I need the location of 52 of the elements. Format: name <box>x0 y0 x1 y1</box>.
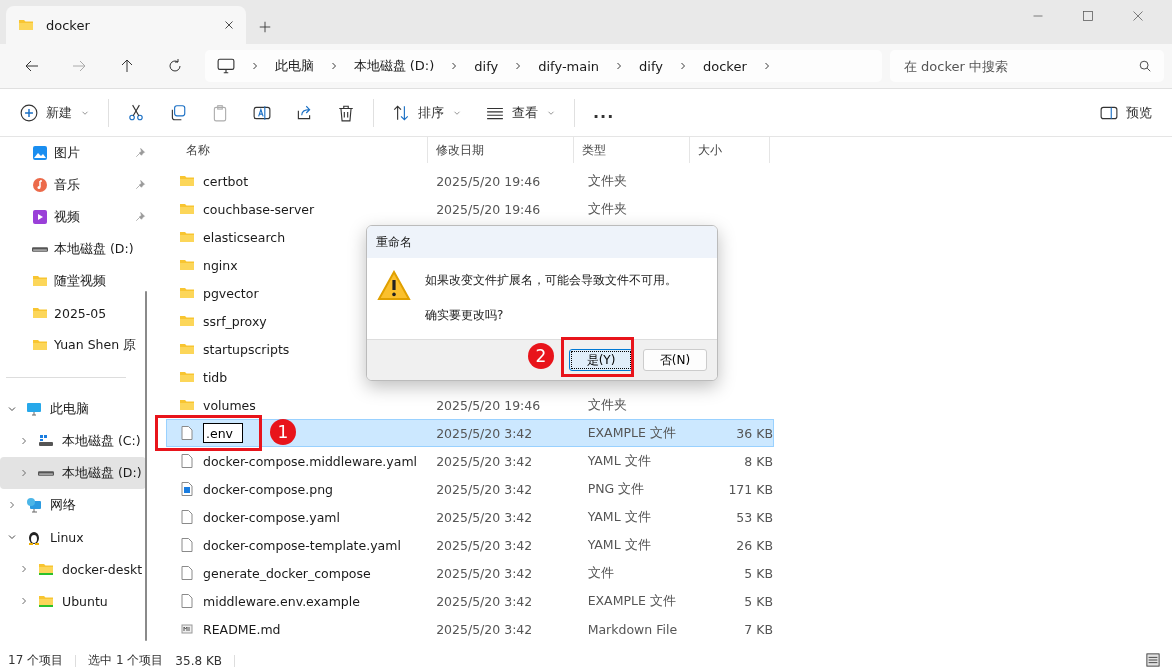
file-name: README.md <box>203 621 281 637</box>
file-name: tidb <box>203 369 228 385</box>
date-cell: 2025/5/20 3:42 <box>436 621 533 637</box>
type-cell: 文件夹 <box>587 396 627 412</box>
size-cell: 171 KB <box>728 481 773 497</box>
file-name: certbot <box>203 173 249 189</box>
size-cell: 8 KB <box>744 453 773 469</box>
type-cell: Markdown File <box>587 621 678 637</box>
size-cell: 5 KB <box>744 565 773 581</box>
file-name: elasticsearch <box>203 229 286 245</box>
date-cell: 2025/5/20 3:42 <box>436 593 533 609</box>
type-cell: EXAMPLE 文件 <box>587 424 676 440</box>
size-cell: 53 KB <box>736 509 773 525</box>
size-cell: 26 KB <box>736 537 773 553</box>
file-name: middleware.env.example <box>203 593 360 609</box>
file-name: docker-compose.yaml <box>203 509 340 525</box>
type-cell: 文件夹 <box>587 200 627 216</box>
size-cell: 7 KB <box>744 621 773 637</box>
file-name: pgvector <box>203 285 259 301</box>
file-name: nginx <box>203 257 238 273</box>
date-cell: 2025/5/20 3:42 <box>436 481 533 497</box>
selection-size: 35.8 KB <box>175 653 222 668</box>
dialog-question: 确实要更改吗? <box>425 307 505 324</box>
type-cell: 文件夹 <box>587 172 627 188</box>
date-cell: 2025/5/20 19:46 <box>436 173 541 189</box>
file-name: generate_docker_compose <box>203 565 371 581</box>
date-cell: 2025/5/20 19:46 <box>436 397 541 413</box>
file-name: volumes <box>203 397 256 413</box>
date-cell: 2025/5/20 3:42 <box>436 453 533 469</box>
date-cell: 2025/5/20 3:42 <box>436 509 533 525</box>
date-cell: 2025/5/20 19:46 <box>436 201 541 217</box>
date-cell: 2025/5/20 3:42 <box>436 425 533 441</box>
date-cell: 2025/5/20 3:42 <box>436 537 533 553</box>
type-cell: YAML 文件 <box>587 536 651 552</box>
file-name: docker-compose-template.yaml <box>203 537 401 553</box>
dialog-message: 如果改变文件扩展名，可能会导致文件不可用。 <box>425 272 677 289</box>
type-cell: YAML 文件 <box>587 508 651 524</box>
size-cell: 5 KB <box>744 593 773 609</box>
size-cell: 36 KB <box>736 425 773 441</box>
date-cell: 2025/5/20 3:42 <box>436 565 533 581</box>
type-cell: EXAMPLE 文件 <box>587 592 676 608</box>
file-name: startupscripts <box>203 341 290 357</box>
file-name: docker-compose.png <box>203 481 334 497</box>
item-count: 17 个项目 <box>8 652 64 669</box>
file-name: ssrf_proxy <box>203 313 267 329</box>
type-cell: YAML 文件 <box>587 452 651 468</box>
file-name: docker-compose.middleware.yaml <box>203 453 418 469</box>
type-cell: PNG 文件 <box>587 480 645 496</box>
dialog-title: 重命名 <box>376 233 412 251</box>
selection-count: 选中 1 个项目 <box>88 652 164 669</box>
type-cell: 文件 <box>587 564 614 580</box>
file-name: couchbase-server <box>203 201 315 217</box>
